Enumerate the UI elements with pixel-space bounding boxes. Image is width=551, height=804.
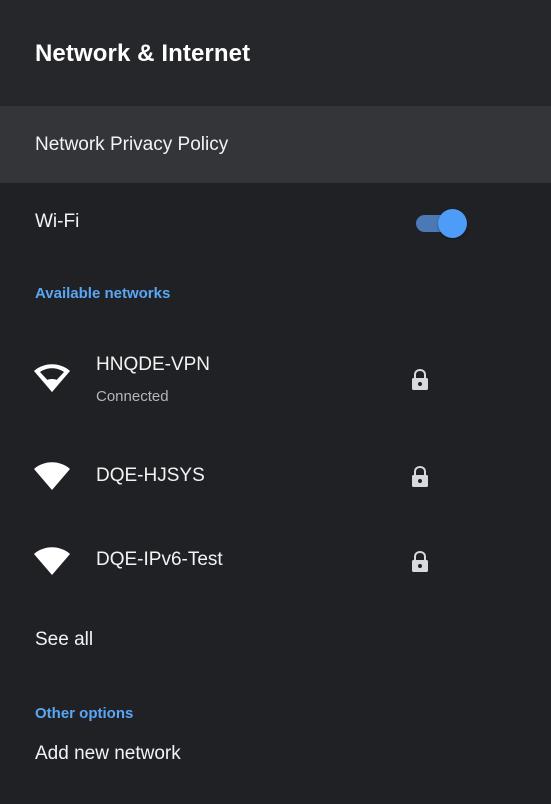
wifi-label: Wi-Fi <box>35 211 80 232</box>
header: Network & Internet <box>0 0 551 106</box>
network-name: DQE-IPv6-Test <box>96 549 223 570</box>
network-privacy-policy-label: Network Privacy Policy <box>35 134 229 155</box>
available-networks-header: Available networks <box>35 285 171 302</box>
lock-icon <box>412 466 428 487</box>
wifi-icon <box>34 462 70 490</box>
network-item-hnqde-vpn[interactable]: HNQDE-VPN Connected <box>0 336 551 416</box>
wifi-icon <box>34 547 70 575</box>
wifi-toggle-thumb <box>438 209 467 238</box>
network-privacy-policy-item[interactable]: Network Privacy Policy <box>0 106 551 183</box>
lock-icon <box>412 551 428 572</box>
lock-icon <box>412 369 428 390</box>
page-title: Network & Internet <box>35 40 251 67</box>
network-item-dqe-hjsys[interactable]: DQE-HJSYS <box>0 440 551 520</box>
other-options-header: Other options <box>35 705 134 722</box>
network-name: DQE-HJSYS <box>96 465 205 486</box>
wifi-icon <box>34 364 70 392</box>
network-item-dqe-ipv6-test[interactable]: DQE-IPv6-Test <box>0 522 551 602</box>
add-new-network-item[interactable]: Add new network <box>35 743 181 765</box>
network-name: HNQDE-VPN <box>96 354 211 375</box>
network-status: Connected <box>96 388 169 405</box>
wifi-toggle-item[interactable]: Wi-Fi <box>0 183 551 261</box>
see-all-networks-item[interactable]: See all <box>35 629 93 651</box>
wifi-toggle-switch[interactable] <box>414 208 468 238</box>
network-settings-screen: Network & Internet Network Privacy Polic… <box>0 0 551 804</box>
